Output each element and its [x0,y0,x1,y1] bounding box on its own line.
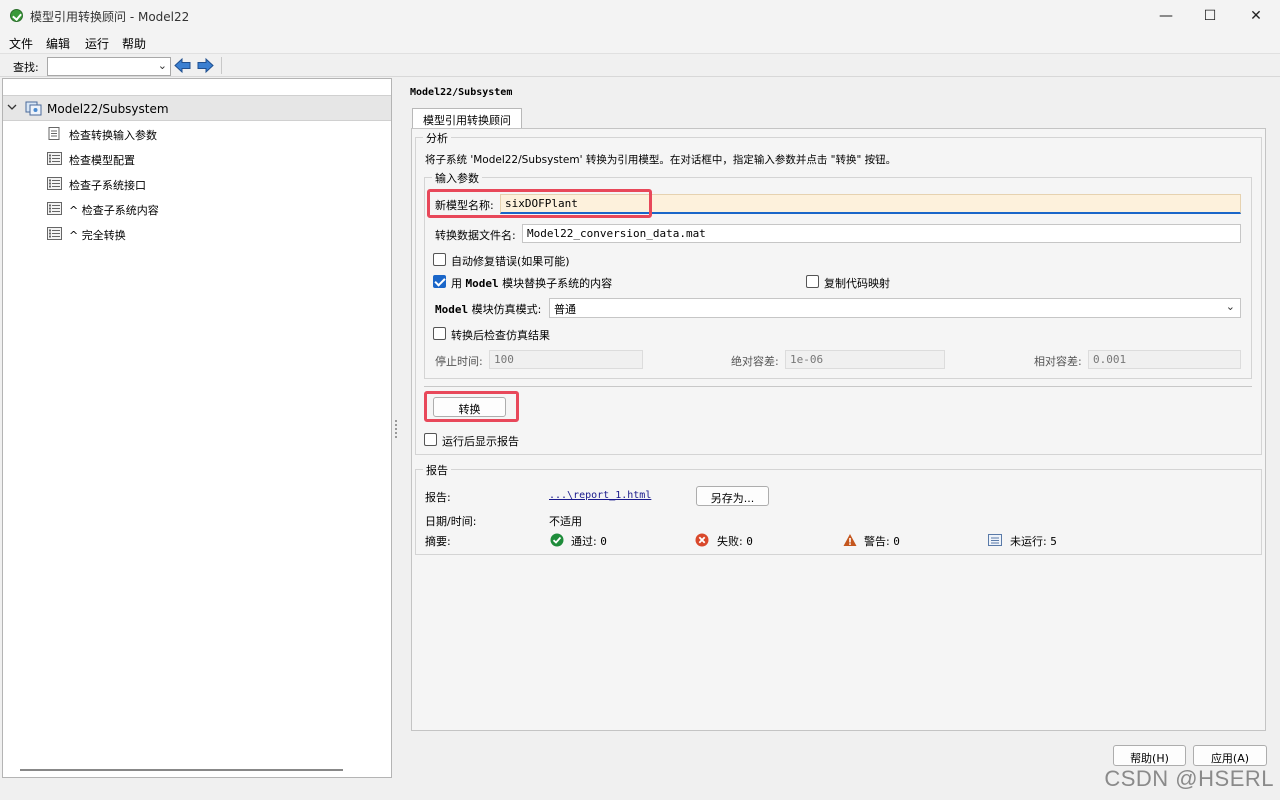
splitter-handle[interactable] [395,420,397,438]
menu-bar: 文件 编辑 运行 帮助 [0,31,1280,53]
report-label: 报告: [425,491,451,504]
auto-fix-label: 自动修复错误(如果可能) [451,255,570,268]
stop-time-label: 停止时间: [435,355,483,368]
copy-code-mapping-checkbox[interactable] [806,275,819,288]
watermark: CSDN @HSERL [1104,766,1274,791]
abs-tol-input[interactable]: 1e-06 [785,350,945,369]
stop-time-input[interactable]: 100 [489,350,643,369]
menu-file[interactable]: 文件 [9,35,33,52]
warning-icon [843,534,857,546]
tree-item-label: 检查子系统接口 [69,179,146,192]
fail-x-icon [695,533,709,547]
not-run-label: 未运行: 5 [1010,535,1057,548]
tree-root-label: Model22/Subsystem [47,102,169,116]
divider [424,386,1252,387]
highlight-new-model-name [427,189,652,218]
tree-item-label: ^ 完全转换 [69,229,126,242]
show-report-label: 运行后显示报告 [442,435,519,448]
close-button[interactable]: ✕ [1233,0,1279,31]
app-icon [10,9,23,22]
data-file-input[interactable]: Model22_conversion_data.mat [522,224,1241,243]
menu-run[interactable]: 运行 [85,35,109,52]
horizontal-scrollbar[interactable] [20,769,343,771]
right-arrow-icon[interactable] [196,57,214,74]
not-run-icon [988,534,1002,546]
show-report-checkbox[interactable] [424,433,437,446]
menu-help[interactable]: 帮助 [122,35,146,52]
tree-root[interactable]: Model22/Subsystem [3,95,391,121]
input-params-legend: 输入参数 [432,170,482,186]
tree-item-label: 检查转换输入参数 [69,129,157,142]
list-icon [47,202,62,215]
rel-tol-input[interactable]: 0.001 [1088,350,1241,369]
pass-label: 通过: 0 [571,535,607,548]
page-title: Model22/Subsystem [410,87,513,98]
highlight-convert-button [424,391,519,422]
list-icon [47,177,62,190]
chevron-down-icon[interactable] [7,102,17,112]
summary-label: 摘要: [425,535,451,548]
help-button[interactable]: 帮助(H) [1113,745,1186,766]
sim-mode-select[interactable]: 普通 ⌄ [549,298,1241,318]
subsystem-icon [25,101,42,116]
analysis-legend: 分析 [423,130,451,146]
list-icon [47,227,62,240]
maximize-icon: ☐ [1203,7,1217,24]
chevron-down-icon[interactable]: ⌄ [158,59,167,72]
tree-item-label: 检查模型配置 [69,154,135,167]
replace-model-label: 用 Model 模块替换子系统的内容 [451,277,613,290]
sim-mode-label: Model 模块仿真模式: [435,303,542,316]
abs-tol-label: 绝对容差: [731,355,779,368]
tab-conversion-advisor[interactable]: 模型引用转换顾问 [412,108,522,129]
toolbar-divider [221,57,222,74]
rel-tol-label: 相对容差: [1034,355,1082,368]
tree-pane: Model22/Subsystem 检查转换输入参数 检查模型配置 检查子系统接… [2,78,392,778]
pass-check-icon [550,533,564,547]
check-sim-results-label: 转换后检查仿真结果 [451,329,550,342]
check-sim-results-checkbox[interactable] [433,327,446,340]
menu-edit[interactable]: 编辑 [46,35,70,52]
auto-fix-checkbox[interactable] [433,253,446,266]
toolbar: 查找: ⌄ [0,53,1280,77]
report-group [415,469,1262,555]
document-icon [48,127,60,140]
tree-item[interactable]: 检查模型配置 [47,149,377,169]
copy-code-mapping-label: 复制代码映射 [824,277,890,290]
tree-item[interactable]: 检查子系统接口 [47,174,377,194]
report-legend: 报告 [423,462,451,478]
sim-mode-value: 普通 [554,303,576,316]
datetime-label: 日期/时间: [425,515,477,528]
apply-button[interactable]: 应用(A) [1193,745,1267,766]
minimize-button[interactable]: — [1143,0,1189,31]
close-icon: ✕ [1250,7,1262,24]
find-combobox[interactable]: ⌄ [47,57,171,76]
title-bar: 模型引用转换顾问 - Model22 — ☐ ✕ [0,0,1280,31]
tree-item[interactable]: ^ 检查子系统内容 [47,199,377,219]
report-link[interactable]: ...\report_1.html [549,490,651,501]
maximize-button[interactable]: ☐ [1187,0,1233,31]
left-arrow-icon[interactable] [174,57,192,74]
fail-label: 失败: 0 [717,535,753,548]
tree-item-label: ^ 检查子系统内容 [69,204,159,217]
replace-model-checkbox[interactable] [433,275,446,288]
window-title: 模型引用转换顾问 - Model22 [30,10,190,24]
find-label: 查找: [13,61,39,74]
save-as-button[interactable]: 另存为... [696,486,769,506]
data-file-label: 转换数据文件名: [435,229,516,242]
tree-item[interactable]: ^ 完全转换 [47,224,377,244]
analysis-description: 将子系统 'Model22/Subsystem' 转换为引用模型。在对话框中，指… [425,154,897,166]
minimize-icon: — [1159,7,1173,24]
list-icon [47,152,62,165]
chevron-down-icon: ⌄ [1225,300,1235,313]
tree-item[interactable]: 检查转换输入参数 [47,124,377,144]
datetime-value: 不适用 [549,515,582,528]
warn-label: 警告: 0 [864,535,900,548]
